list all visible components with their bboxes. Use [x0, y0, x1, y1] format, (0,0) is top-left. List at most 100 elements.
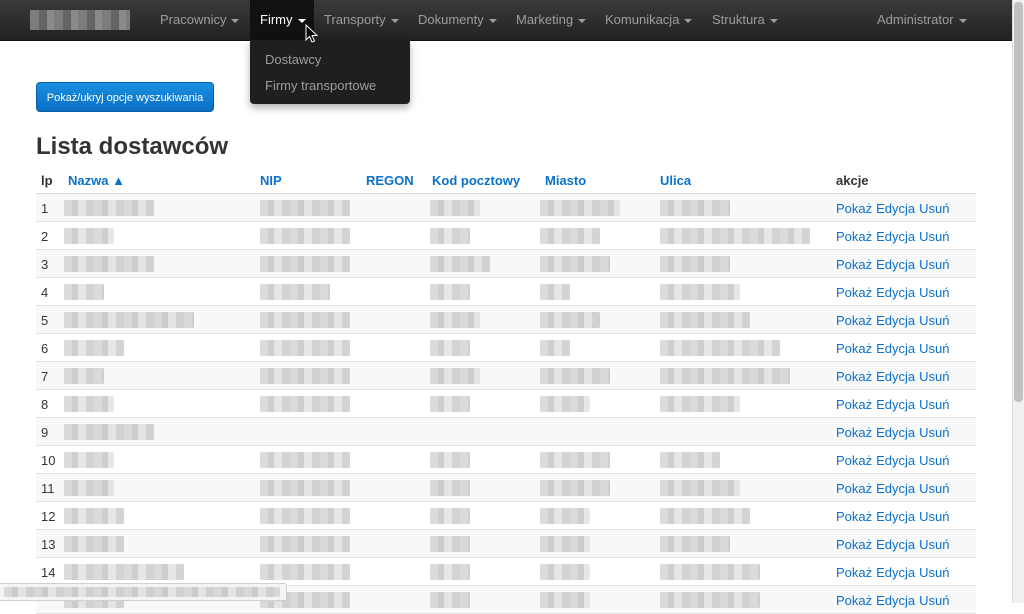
- action-edit-link[interactable]: Edycja: [876, 565, 915, 580]
- table-row: 4 Pokaż Edycja Usuń: [36, 278, 976, 306]
- table-row: 14 Pokaż Edycja Usuń: [36, 558, 976, 586]
- action-edit-link[interactable]: Edycja: [876, 593, 915, 608]
- action-delete-link[interactable]: Usuń: [919, 397, 949, 412]
- action-delete-link[interactable]: Usuń: [919, 509, 949, 524]
- header-miasto-sort-link[interactable]: Miasto: [545, 173, 586, 188]
- action-delete-link[interactable]: Usuń: [919, 565, 949, 580]
- action-delete-link[interactable]: Usuń: [919, 313, 949, 328]
- nav-dokumenty[interactable]: Dokumenty: [408, 0, 507, 40]
- vertical-scrollbar[interactable]: [1012, 0, 1024, 603]
- cell-miasto-redacted: [540, 480, 610, 496]
- action-edit-link[interactable]: Edycja: [876, 229, 915, 244]
- header-nazwa-sort-link[interactable]: Nazwa ▲: [68, 173, 125, 188]
- cell-nip-redacted: [260, 536, 350, 552]
- action-edit-link[interactable]: Edycja: [876, 257, 915, 272]
- action-show-link[interactable]: Pokaż: [836, 285, 872, 300]
- nav-struktura[interactable]: Struktura: [702, 0, 788, 40]
- menu-item-dostawcy[interactable]: Dostawcy: [265, 52, 321, 67]
- cell-ulica-redacted: [660, 340, 780, 356]
- action-delete-link[interactable]: Usuń: [919, 537, 949, 552]
- cell-lp: 3: [41, 257, 49, 272]
- action-show-link[interactable]: Pokaż: [836, 537, 872, 552]
- action-show-link[interactable]: Pokaż: [836, 509, 872, 524]
- cell-nip-redacted: [260, 564, 350, 580]
- action-edit-link[interactable]: Edycja: [876, 285, 915, 300]
- cell-lp: 7: [41, 369, 49, 384]
- cell-kod-redacted: [430, 508, 470, 524]
- action-delete-link[interactable]: Usuń: [919, 593, 949, 608]
- nav-administrator[interactable]: Administrator: [867, 0, 977, 40]
- action-show-link[interactable]: Pokaż: [836, 369, 872, 384]
- cell-ulica-redacted: [660, 508, 750, 524]
- cell-miasto-redacted: [540, 452, 610, 468]
- action-show-link[interactable]: Pokaż: [836, 593, 872, 608]
- nav-transporty[interactable]: Transporty: [314, 0, 409, 40]
- cell-kod-redacted: [430, 256, 490, 272]
- status-url-bar: [0, 583, 287, 601]
- action-show-link[interactable]: Pokaż: [836, 341, 872, 356]
- action-show-link[interactable]: Pokaż: [836, 313, 872, 328]
- action-delete-link[interactable]: Usuń: [919, 229, 949, 244]
- action-edit-link[interactable]: Edycja: [876, 481, 915, 496]
- cell-kod-redacted: [430, 592, 470, 608]
- action-delete-link[interactable]: Usuń: [919, 341, 949, 356]
- toggle-search-options-button[interactable]: Pokaż/ukryj opcje wyszukiwania: [36, 82, 214, 112]
- header-nip-sort-link[interactable]: NIP: [260, 173, 282, 188]
- action-edit-link[interactable]: Edycja: [876, 425, 915, 440]
- action-edit-link[interactable]: Edycja: [876, 313, 915, 328]
- cell-kod-redacted: [430, 284, 470, 300]
- action-show-link[interactable]: Pokaż: [836, 229, 872, 244]
- nav-pracownicy[interactable]: Pracownicy: [150, 0, 249, 40]
- cell-kod-redacted: [430, 340, 470, 356]
- action-show-link[interactable]: Pokaż: [836, 453, 872, 468]
- nav-marketing[interactable]: Marketing: [506, 0, 596, 40]
- action-delete-link[interactable]: Usuń: [919, 201, 949, 216]
- cell-nip-redacted: [260, 368, 350, 384]
- action-edit-link[interactable]: Edycja: [876, 537, 915, 552]
- action-delete-link[interactable]: Usuń: [919, 257, 949, 272]
- action-delete-link[interactable]: Usuń: [919, 285, 949, 300]
- nav-komunikacja[interactable]: Komunikacja: [595, 0, 702, 40]
- header-lp: lp: [41, 173, 53, 188]
- cell-nip-redacted: [260, 228, 350, 244]
- cell-lp: 12: [41, 509, 56, 524]
- cell-nip-redacted: [260, 396, 350, 412]
- action-edit-link[interactable]: Edycja: [876, 453, 915, 468]
- scrollbar-thumb[interactable]: [1014, 2, 1023, 402]
- menu-item-firmy-transportowe[interactable]: Firmy transportowe: [265, 78, 376, 93]
- action-show-link[interactable]: Pokaż: [836, 481, 872, 496]
- action-show-link[interactable]: Pokaż: [836, 397, 872, 412]
- action-show-link[interactable]: Pokaż: [836, 257, 872, 272]
- caret-down-icon: [958, 18, 967, 23]
- header-kod-sort-link[interactable]: Kod pocztowy: [432, 173, 520, 188]
- action-delete-link[interactable]: Usuń: [919, 369, 949, 384]
- header-ulica-sort-link[interactable]: Ulica: [660, 173, 691, 188]
- action-edit-link[interactable]: Edycja: [876, 341, 915, 356]
- action-show-link[interactable]: Pokaż: [836, 201, 872, 216]
- action-edit-link[interactable]: Edycja: [876, 509, 915, 524]
- header-regon-sort-link[interactable]: REGON: [366, 173, 414, 188]
- action-delete-link[interactable]: Usuń: [919, 481, 949, 496]
- action-show-link[interactable]: Pokaż: [836, 565, 872, 580]
- cell-kod-redacted: [430, 536, 470, 552]
- cell-lp: 4: [41, 285, 49, 300]
- caret-down-icon: [578, 18, 587, 23]
- cell-ulica-redacted: [660, 592, 760, 608]
- cell-lp: 5: [41, 313, 49, 328]
- cell-nazwa-redacted: [64, 508, 124, 524]
- cell-miasto-redacted: [540, 284, 570, 300]
- cell-ulica-redacted: [660, 564, 760, 580]
- cell-nazwa-redacted: [64, 312, 194, 328]
- cell-lp: 11: [41, 481, 55, 496]
- action-edit-link[interactable]: Edycja: [876, 369, 915, 384]
- action-edit-link[interactable]: Edycja: [876, 201, 915, 216]
- nav-label: Administrator: [877, 12, 954, 27]
- action-show-link[interactable]: Pokaż: [836, 425, 872, 440]
- action-delete-link[interactable]: Usuń: [919, 425, 949, 440]
- cell-lp: 2: [41, 229, 49, 244]
- action-delete-link[interactable]: Usuń: [919, 453, 949, 468]
- cell-nip-redacted: [260, 508, 350, 524]
- cell-nip-redacted: [260, 200, 350, 216]
- brand-logo[interactable]: [30, 10, 130, 30]
- action-edit-link[interactable]: Edycja: [876, 397, 915, 412]
